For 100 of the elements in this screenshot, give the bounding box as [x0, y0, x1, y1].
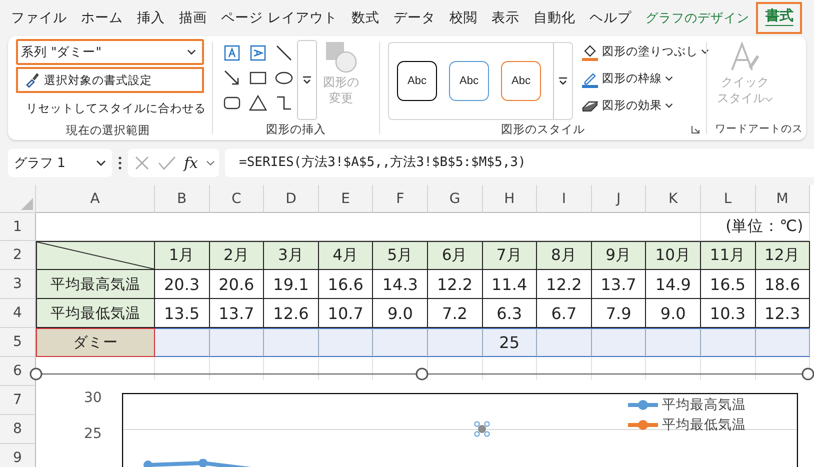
ribbon-tab[interactable]: ヘルプ [582, 4, 638, 32]
column-header[interactable]: K [646, 185, 701, 213]
table-cell: 12.2 [428, 270, 483, 299]
table-cell: ダミー [36, 328, 155, 357]
vertical-text-box-icon[interactable] [249, 44, 267, 62]
group-label: 図形のスタイル [501, 122, 585, 136]
chart-border-handles[interactable] [29, 367, 814, 381]
chart-area[interactable]: 30 25 平均最高気温 平均最低気温 [36, 380, 810, 467]
row-header[interactable]: 4 [0, 299, 36, 328]
row-header[interactable]: 5 [0, 328, 36, 357]
triangle-icon[interactable] [249, 94, 267, 112]
reset-style-button[interactable]: リセットしてスタイルに合わせる [16, 95, 204, 121]
table-cell: 9月 [592, 241, 646, 270]
column-header[interactable]: G [428, 185, 483, 213]
ribbon-tab[interactable]: ホーム [74, 4, 130, 32]
ribbon-tab[interactable]: 自動化 [526, 4, 582, 32]
chevron-icon [206, 160, 216, 166]
format-selection-button[interactable]: 選択対象の書式設定 [16, 67, 204, 93]
legend-label: 平均最高気温 [662, 396, 746, 414]
ribbon-tab[interactable]: 数式 [344, 4, 386, 32]
row-header[interactable]: 6 [0, 357, 36, 386]
ribbon-tab[interactable]: 挿入 [130, 4, 172, 32]
ribbon-tab[interactable]: 書式 [756, 2, 802, 34]
corner-triangle-icon [21, 198, 33, 210]
chevron-icon [701, 49, 709, 54]
row-header[interactable]: 2 [0, 241, 36, 270]
shape-style-preset[interactable]: Abc [501, 61, 541, 101]
oval-icon[interactable] [275, 69, 293, 87]
ribbon-tab[interactable]: 表示 [484, 4, 526, 32]
formula-field[interactable]: =SERIES(方法3!$A$5,,方法3!$B$5:$M$5,3) [225, 149, 814, 177]
y-axis-tick-label: 30 [84, 390, 102, 406]
shape-format-command[interactable]: 図形の効果 [581, 94, 709, 117]
ribbon-tab[interactable]: データ [386, 4, 442, 32]
series-dropdown[interactable]: 系列 "ダミー" [16, 39, 204, 65]
table-cell: 25 [482, 328, 538, 357]
row-header[interactable]: 8 [0, 415, 36, 444]
table-cell: 20.6 [210, 270, 264, 299]
column-header[interactable]: L [700, 185, 756, 213]
column-header[interactable]: A [36, 185, 155, 213]
legend-label: 平均最低気温 [662, 416, 746, 434]
table-cell: 13.7 [592, 270, 646, 299]
chevron-icon [665, 103, 673, 108]
column-header[interactable]: D [264, 185, 319, 213]
line-icon[interactable] [275, 44, 293, 62]
rectangle-icon[interactable] [249, 69, 267, 87]
row-header[interactable]: 9 [0, 444, 36, 467]
brush-icon [24, 72, 40, 88]
chevron-icon [96, 160, 106, 166]
ribbon-tab[interactable]: 描画 [172, 4, 214, 32]
table-cell: 19.1 [264, 270, 319, 299]
name-box[interactable]: グラフ 1 [8, 149, 112, 177]
table-cell: 10月 [646, 241, 701, 270]
column-header[interactable]: B [155, 185, 210, 213]
group-label: ワードアートのス [714, 122, 804, 137]
shape-style-preset[interactable]: Abc [449, 61, 489, 101]
ribbon-tab[interactable]: ページ レイアウト [214, 4, 344, 32]
dialog-launcher-icon[interactable] [691, 125, 700, 134]
table-cell: 2月 [210, 241, 264, 270]
paint-bucket-icon [581, 42, 599, 60]
shape-format-command[interactable]: 図形の枠線 [581, 67, 709, 90]
column-header[interactable]: I [537, 185, 592, 213]
more-icon [558, 77, 568, 85]
table-cell: 11.4 [482, 270, 538, 299]
column-header[interactable]: J [592, 185, 646, 213]
table-cell: 1月 [155, 241, 210, 270]
arrow-icon[interactable] [223, 69, 241, 87]
column-header[interactable]: F [373, 185, 428, 213]
ribbon-tab[interactable]: ファイル [4, 4, 74, 32]
table-cell: 11月 [700, 241, 756, 270]
table-cell: 6月 [428, 241, 483, 270]
chevron-icon [765, 97, 773, 102]
column-header[interactable]: E [318, 185, 374, 213]
rounded-rectangle-icon[interactable] [223, 94, 241, 112]
insert-function-button[interactable]: fx [184, 154, 198, 172]
ribbon-tab[interactable]: グラフのデザイン [638, 4, 756, 32]
column-header[interactable]: C [210, 185, 264, 213]
unit-note: (単位：℃) [726, 216, 804, 237]
chevron-icon [187, 49, 196, 55]
table-cell: 12.2 [537, 270, 592, 299]
more-options-icon[interactable] [118, 156, 122, 170]
ribbon-tab[interactable]: 校閲 [442, 4, 484, 32]
row-header[interactable]: 7 [0, 386, 36, 415]
shape-style-preset[interactable]: Abc [397, 61, 437, 101]
selected-data-point [474, 421, 490, 437]
shape-format-command[interactable]: 図形の塗りつぶし [581, 40, 709, 63]
table-cell: 5月 [373, 241, 428, 270]
table-cell: 16.5 [700, 270, 756, 299]
table-cell: 4月 [318, 241, 374, 270]
check-icon[interactable] [158, 155, 176, 171]
text-box-icon[interactable] [223, 44, 241, 62]
table-cell: 平均最高気温 [36, 270, 155, 299]
table-cell: 7月 [482, 241, 538, 270]
column-header[interactable]: H [482, 185, 538, 213]
table-cell: 平均最低気温 [36, 299, 155, 328]
column-header[interactable]: M [756, 185, 810, 213]
elbow-connector-icon[interactable] [275, 94, 293, 112]
row-header[interactable]: 1 [0, 213, 36, 241]
y-axis-tick-label: 25 [84, 426, 102, 442]
row-header[interactable]: 3 [0, 270, 36, 299]
table-cell: 12月 [756, 241, 810, 270]
